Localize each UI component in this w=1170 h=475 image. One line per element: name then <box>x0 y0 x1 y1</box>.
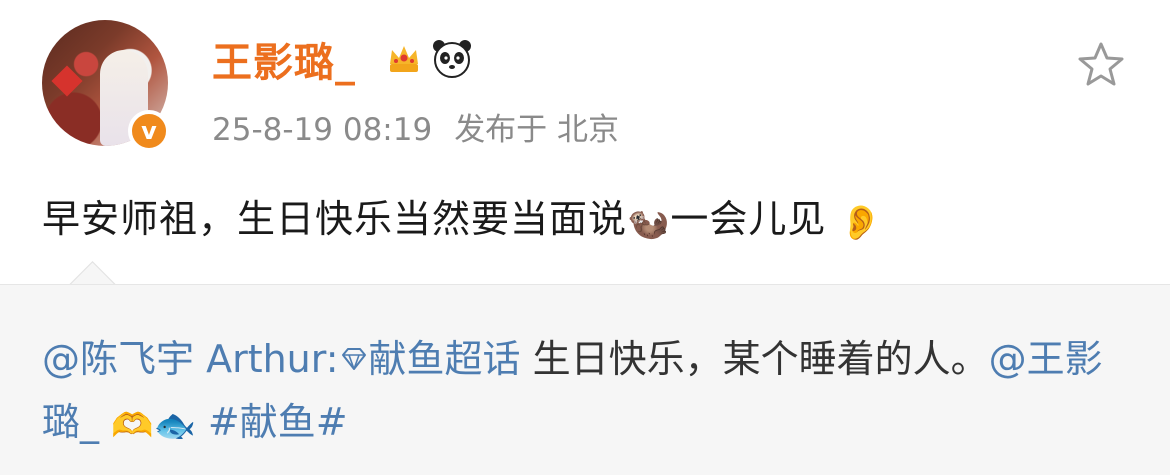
mention-author-link[interactable]: @陈飞宇 Arthur: <box>42 337 339 381</box>
diamond-icon <box>341 348 366 370</box>
verified-icon: v <box>128 110 170 152</box>
timestamp: 25-8-19 08:19 <box>212 112 433 148</box>
hands-fish-emoji: 🫶🐟 <box>111 406 196 446</box>
post-card: v 王影璐_ 25-8-19 08:19 发布于 北京 早安师祖，生日快乐当然要当… <box>0 0 1170 284</box>
hashtag-link[interactable]: #献鱼# <box>208 400 348 444</box>
heart-decoration <box>51 65 83 97</box>
crown-icon <box>390 46 418 72</box>
repost-body: 生日快乐，某个睡着的人。 <box>520 337 989 381</box>
otter-emoji: 🦦 <box>627 203 671 243</box>
username[interactable]: 王影璐_ <box>212 30 356 88</box>
panda-icon <box>433 40 471 78</box>
post-content: 早安师祖，生日快乐当然要当面说🦦一会儿见 👂 <box>42 188 883 243</box>
ear-emoji: 👂 <box>839 203 883 243</box>
content-text: 早安师祖，生日快乐当然要当面说 <box>42 197 628 241</box>
content-text-2: 一会儿见 <box>670 197 827 241</box>
post-meta: 25-8-19 08:19 发布于 北京 <box>212 104 619 149</box>
topic-link[interactable]: 献鱼超话 <box>369 337 521 381</box>
location: 发布于 北京 <box>454 112 620 148</box>
favorite-star-icon[interactable] <box>1076 40 1126 90</box>
repost-text: @陈飞宇 Arthur: 献鱼超话 生日快乐，某个睡着的人。@王影璐_ 🫶🐟 #… <box>42 328 1132 458</box>
